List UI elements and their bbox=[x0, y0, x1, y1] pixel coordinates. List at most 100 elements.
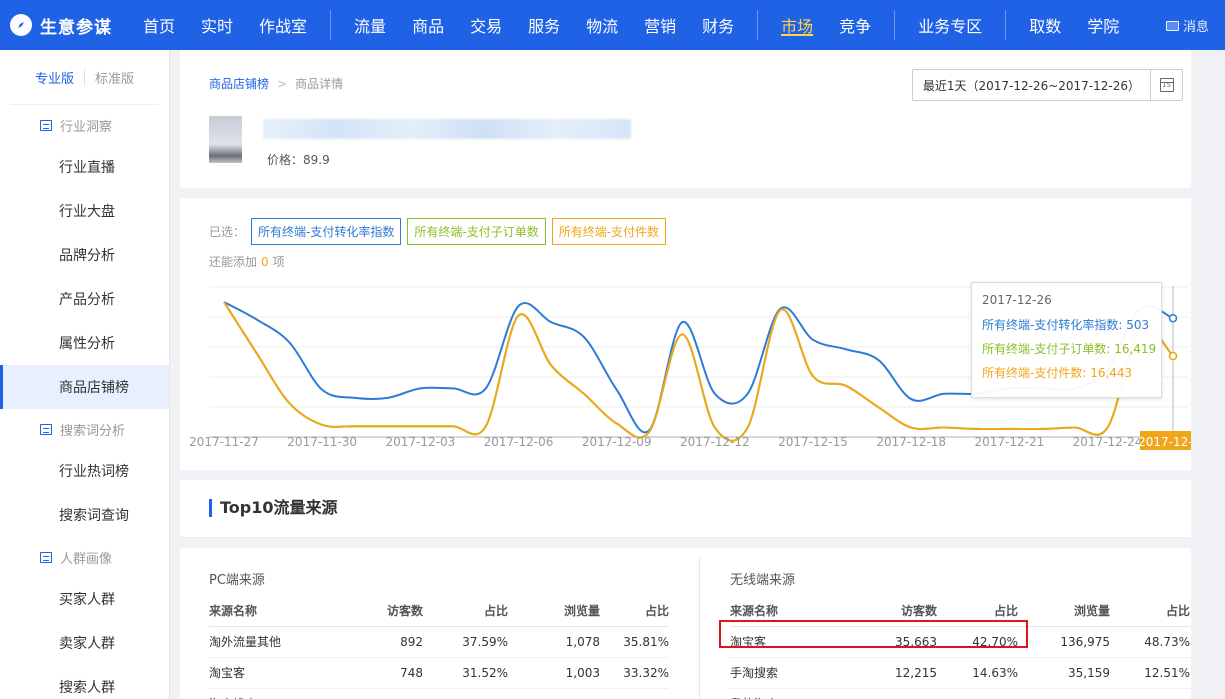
nav-item-items_mid-1[interactable]: 商品 bbox=[399, 0, 457, 50]
column-header[interactable]: 占比 bbox=[423, 596, 508, 627]
column-header[interactable]: 来源名称 bbox=[209, 596, 339, 627]
x-tick-label: 2017-12-12 bbox=[680, 435, 750, 449]
chart-icon bbox=[40, 551, 52, 563]
data-point-0[interactable] bbox=[1168, 313, 1178, 323]
table-row[interactable]: 淘宝搜索2108.85%2769.17% bbox=[209, 688, 669, 699]
nav-item-items_biz-0[interactable]: 业务专区 bbox=[905, 0, 995, 50]
nav-divider bbox=[330, 10, 332, 40]
data-point-2[interactable] bbox=[1168, 351, 1178, 361]
nav-item-items_mid-6[interactable]: 财务 bbox=[689, 0, 747, 50]
sidebar-item-industry_items-3[interactable]: 产品分析 bbox=[0, 277, 169, 321]
value-cell: 48.73% bbox=[1110, 626, 1190, 658]
nav-item-items_market-1[interactable]: 竞争 bbox=[826, 0, 884, 50]
sidebar-group-label: 人群画像 bbox=[60, 551, 113, 567]
table-header-row: 来源名称 访客数 占比 浏览量 占比 bbox=[209, 596, 669, 627]
value-cell: 31,802 bbox=[1018, 688, 1110, 699]
sidebar-item-crowd_items-2[interactable]: 搜索人群 bbox=[0, 665, 169, 699]
nav-group-special: 业务专区 bbox=[905, 0, 995, 50]
tab-standard-edition[interactable]: 标准版 bbox=[85, 68, 144, 87]
pc-source-section: PC端来源 来源名称 访客数 占比 浏览量 占比 淘外流量其他 892 37.59% 1,078… bbox=[209, 548, 669, 699]
tab-pro-edition[interactable]: 专业版 bbox=[25, 68, 84, 87]
crowd-items: 买家人群 卖家人群 搜索人群 bbox=[0, 577, 169, 699]
date-range-text: 最近1天（2017-12-26~2017-12-26） bbox=[922, 78, 1140, 93]
value-cell: 33.32% bbox=[600, 657, 669, 689]
sidebar-item-crowd_items-0[interactable]: 买家人群 bbox=[0, 577, 169, 621]
pc-source-table: 来源名称 访客数 占比 浏览量 占比 淘外流量其他 892 37.59% 1,078 35.81%… bbox=[209, 596, 669, 699]
nav-item-items_right-0[interactable]: 取数 bbox=[1016, 0, 1074, 50]
sidebar-item-industry_items-0[interactable]: 行业直播 bbox=[0, 145, 169, 189]
x-tick-label: 2017-11-27 bbox=[189, 435, 259, 449]
x-tick-label: 2017-12-06 bbox=[484, 435, 554, 449]
column-header[interactable]: 占比 bbox=[600, 596, 669, 627]
industry-items: 行业直播 行业大盘 品牌分析 产品分析 属性分析 商品店铺榜 bbox=[0, 145, 169, 409]
breadcrumb: 商品店铺榜 > 商品详情 bbox=[209, 75, 343, 92]
sidebar-item-search_items-1[interactable]: 搜索词查询 bbox=[0, 493, 169, 537]
column-header[interactable]: 浏览量 bbox=[1018, 596, 1110, 627]
breadcrumb-current: 商品详情 bbox=[295, 77, 344, 91]
nav-item-items_market-0[interactable]: 市场 bbox=[768, 0, 826, 50]
value-cell: 12.51% bbox=[1110, 657, 1190, 689]
source-name-cell: 淘宝客 bbox=[209, 657, 339, 689]
source-name-cell: 我的淘宝 bbox=[730, 688, 860, 699]
nav-item-items_left-2[interactable]: 作战室 bbox=[246, 0, 320, 50]
sidebar-item-search_items-0[interactable]: 行业热词榜 bbox=[0, 449, 169, 493]
value-cell: 210 bbox=[339, 688, 423, 699]
value-cell: 1,078 bbox=[508, 626, 600, 658]
sidebar-item-industry_items-1[interactable]: 行业大盘 bbox=[0, 189, 169, 233]
column-header[interactable]: 占比 bbox=[1110, 596, 1190, 627]
column-header[interactable]: 浏览量 bbox=[508, 596, 600, 627]
sidebar-item-crowd_items-1[interactable]: 卖家人群 bbox=[0, 621, 169, 665]
x-tick-label: 2017-11-30 bbox=[287, 435, 357, 449]
nav-item-items_mid-5[interactable]: 营销 bbox=[631, 0, 689, 50]
value-cell: 14.63% bbox=[937, 657, 1018, 689]
blurred-product-title bbox=[263, 119, 631, 139]
table-row[interactable]: 手淘搜索 12,215 14.63% 35,159 12.51% bbox=[730, 657, 1190, 689]
nav-group-main: 首页 实时 作战室 bbox=[130, 0, 320, 50]
sidebar-item-industry_items-4[interactable]: 属性分析 bbox=[0, 321, 169, 365]
nav-item-items_mid-2[interactable]: 交易 bbox=[457, 0, 515, 50]
table-row[interactable]: 我的淘宝10,03012.01%31,80211.31% bbox=[730, 688, 1190, 699]
tooltip-suborders: 所有终端-支付子订单数: 16,419 bbox=[982, 342, 1157, 356]
nav-group-data: 取数 学院 bbox=[1016, 0, 1132, 50]
sidebar-group-industry: 行业洞察 bbox=[0, 105, 169, 145]
nav-item-items_left-1[interactable]: 实时 bbox=[188, 0, 246, 50]
nav-item-items_left-0[interactable]: 首页 bbox=[130, 0, 188, 50]
product-price: 价格：89.9 bbox=[267, 153, 330, 167]
value-cell: 12,215 bbox=[860, 657, 937, 689]
edition-tabs: 专业版 标准版 bbox=[10, 50, 159, 105]
date-range-picker[interactable]: 最近1天（2017-12-26~2017-12-26） 15 bbox=[911, 69, 1183, 101]
breadcrumb-separator: > bbox=[277, 77, 288, 91]
nav-item-items_mid-0[interactable]: 流量 bbox=[341, 0, 399, 50]
section-title: Top10流量来源 bbox=[209, 499, 338, 517]
x-tick-label: 2017-12-15 bbox=[778, 435, 848, 449]
search-items: 行业热词榜 搜索词查询 bbox=[0, 449, 169, 537]
compass-logo-icon bbox=[10, 14, 32, 36]
sidebar-item-industry_items-5[interactable]: 商品店铺榜 bbox=[0, 365, 169, 409]
chart-tooltip: 2017-12-26 所有终端-支付转化率指数: 503 所有终端-支付子订单数… bbox=[971, 282, 1162, 398]
nav-item-items_mid-4[interactable]: 物流 bbox=[573, 0, 631, 50]
traffic-source-tables: PC端来源 来源名称 访客数 占比 浏览量 占比 淘外流量其他 892 37.59% 1,078… bbox=[180, 548, 1191, 699]
sidebar-group-label: 行业洞察 bbox=[60, 119, 113, 135]
value-cell: 31.52% bbox=[423, 657, 508, 689]
column-header[interactable]: 访客数 bbox=[339, 596, 423, 627]
chart-icon bbox=[40, 119, 52, 131]
product-header: 商品店铺榜 > 商品详情 最近1天（2017-12-26~2017-12-26） 1… bbox=[180, 50, 1191, 188]
sidebar-item-industry_items-2[interactable]: 品牌分析 bbox=[0, 233, 169, 277]
calendar-number: 15 bbox=[1162, 81, 1171, 89]
brand[interactable]: 生意参谋 bbox=[0, 13, 130, 38]
nav-divider bbox=[757, 10, 759, 40]
calendar-button[interactable]: 15 bbox=[1150, 70, 1182, 100]
source-name-cell: 淘外流量其他 bbox=[209, 626, 339, 658]
nav-group-market: 市场 竞争 bbox=[768, 0, 884, 50]
message-button[interactable]: 消息 bbox=[1165, 16, 1209, 35]
nav-item-items_mid-3[interactable]: 服务 bbox=[515, 0, 573, 50]
breadcrumb-link[interactable]: 商品店铺榜 bbox=[209, 77, 269, 91]
product-thumbnail[interactable] bbox=[209, 116, 242, 163]
chart-icon bbox=[40, 423, 52, 435]
nav-item-items_right-1[interactable]: 学院 bbox=[1074, 0, 1132, 50]
sidebar-group-search: 搜索词分析 bbox=[0, 409, 169, 449]
table-row[interactable]: 淘外流量其他 892 37.59% 1,078 35.81% bbox=[209, 626, 669, 658]
table-row[interactable]: 淘宝客 748 31.52% 1,003 33.32% bbox=[209, 657, 669, 689]
calendar-icon: 15 bbox=[1159, 78, 1174, 92]
x-tick-label: 2017-12-21 bbox=[975, 435, 1045, 449]
